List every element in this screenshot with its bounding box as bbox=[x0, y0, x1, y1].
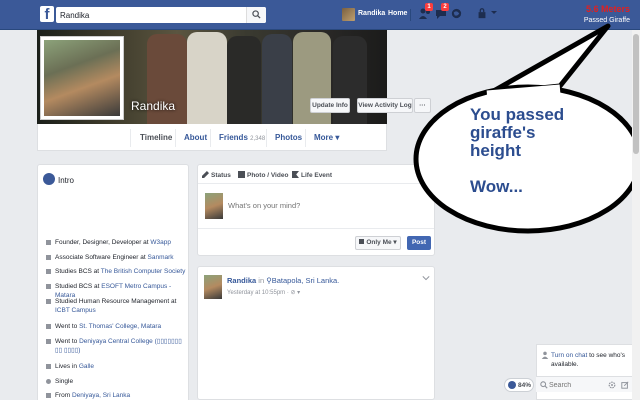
chat-search-bar bbox=[536, 376, 634, 392]
speech-bubble-tail bbox=[487, 23, 611, 96]
speech-bubble bbox=[413, 23, 640, 234]
bubble-line: Wow... bbox=[470, 177, 523, 196]
speech-bubble-text: You passed giraffe's height Wow... bbox=[470, 106, 610, 196]
search-icon bbox=[540, 381, 548, 389]
bubble-line: giraffe's bbox=[470, 123, 536, 142]
bubble-line: height bbox=[470, 141, 521, 160]
gear-icon[interactable] bbox=[608, 381, 616, 389]
bubble-line: You passed bbox=[470, 105, 565, 124]
speech-bubble-join bbox=[486, 84, 561, 100]
zoom-icon bbox=[508, 381, 516, 389]
user-icon bbox=[541, 351, 549, 359]
turn-on-chat-link[interactable]: Turn on chat bbox=[551, 352, 587, 359]
chat-turn-on-message: Turn on chat to see who's available. bbox=[551, 351, 631, 369]
scrollbar-thumb[interactable] bbox=[633, 34, 639, 154]
zoom-indicator[interactable]: 84% bbox=[504, 378, 534, 392]
chat-search-input[interactable] bbox=[549, 379, 601, 391]
page-scrollbar[interactable] bbox=[632, 30, 640, 400]
compose-icon[interactable] bbox=[621, 381, 629, 389]
zoom-label: 84% bbox=[518, 382, 532, 389]
bubble-spacer bbox=[470, 160, 610, 178]
